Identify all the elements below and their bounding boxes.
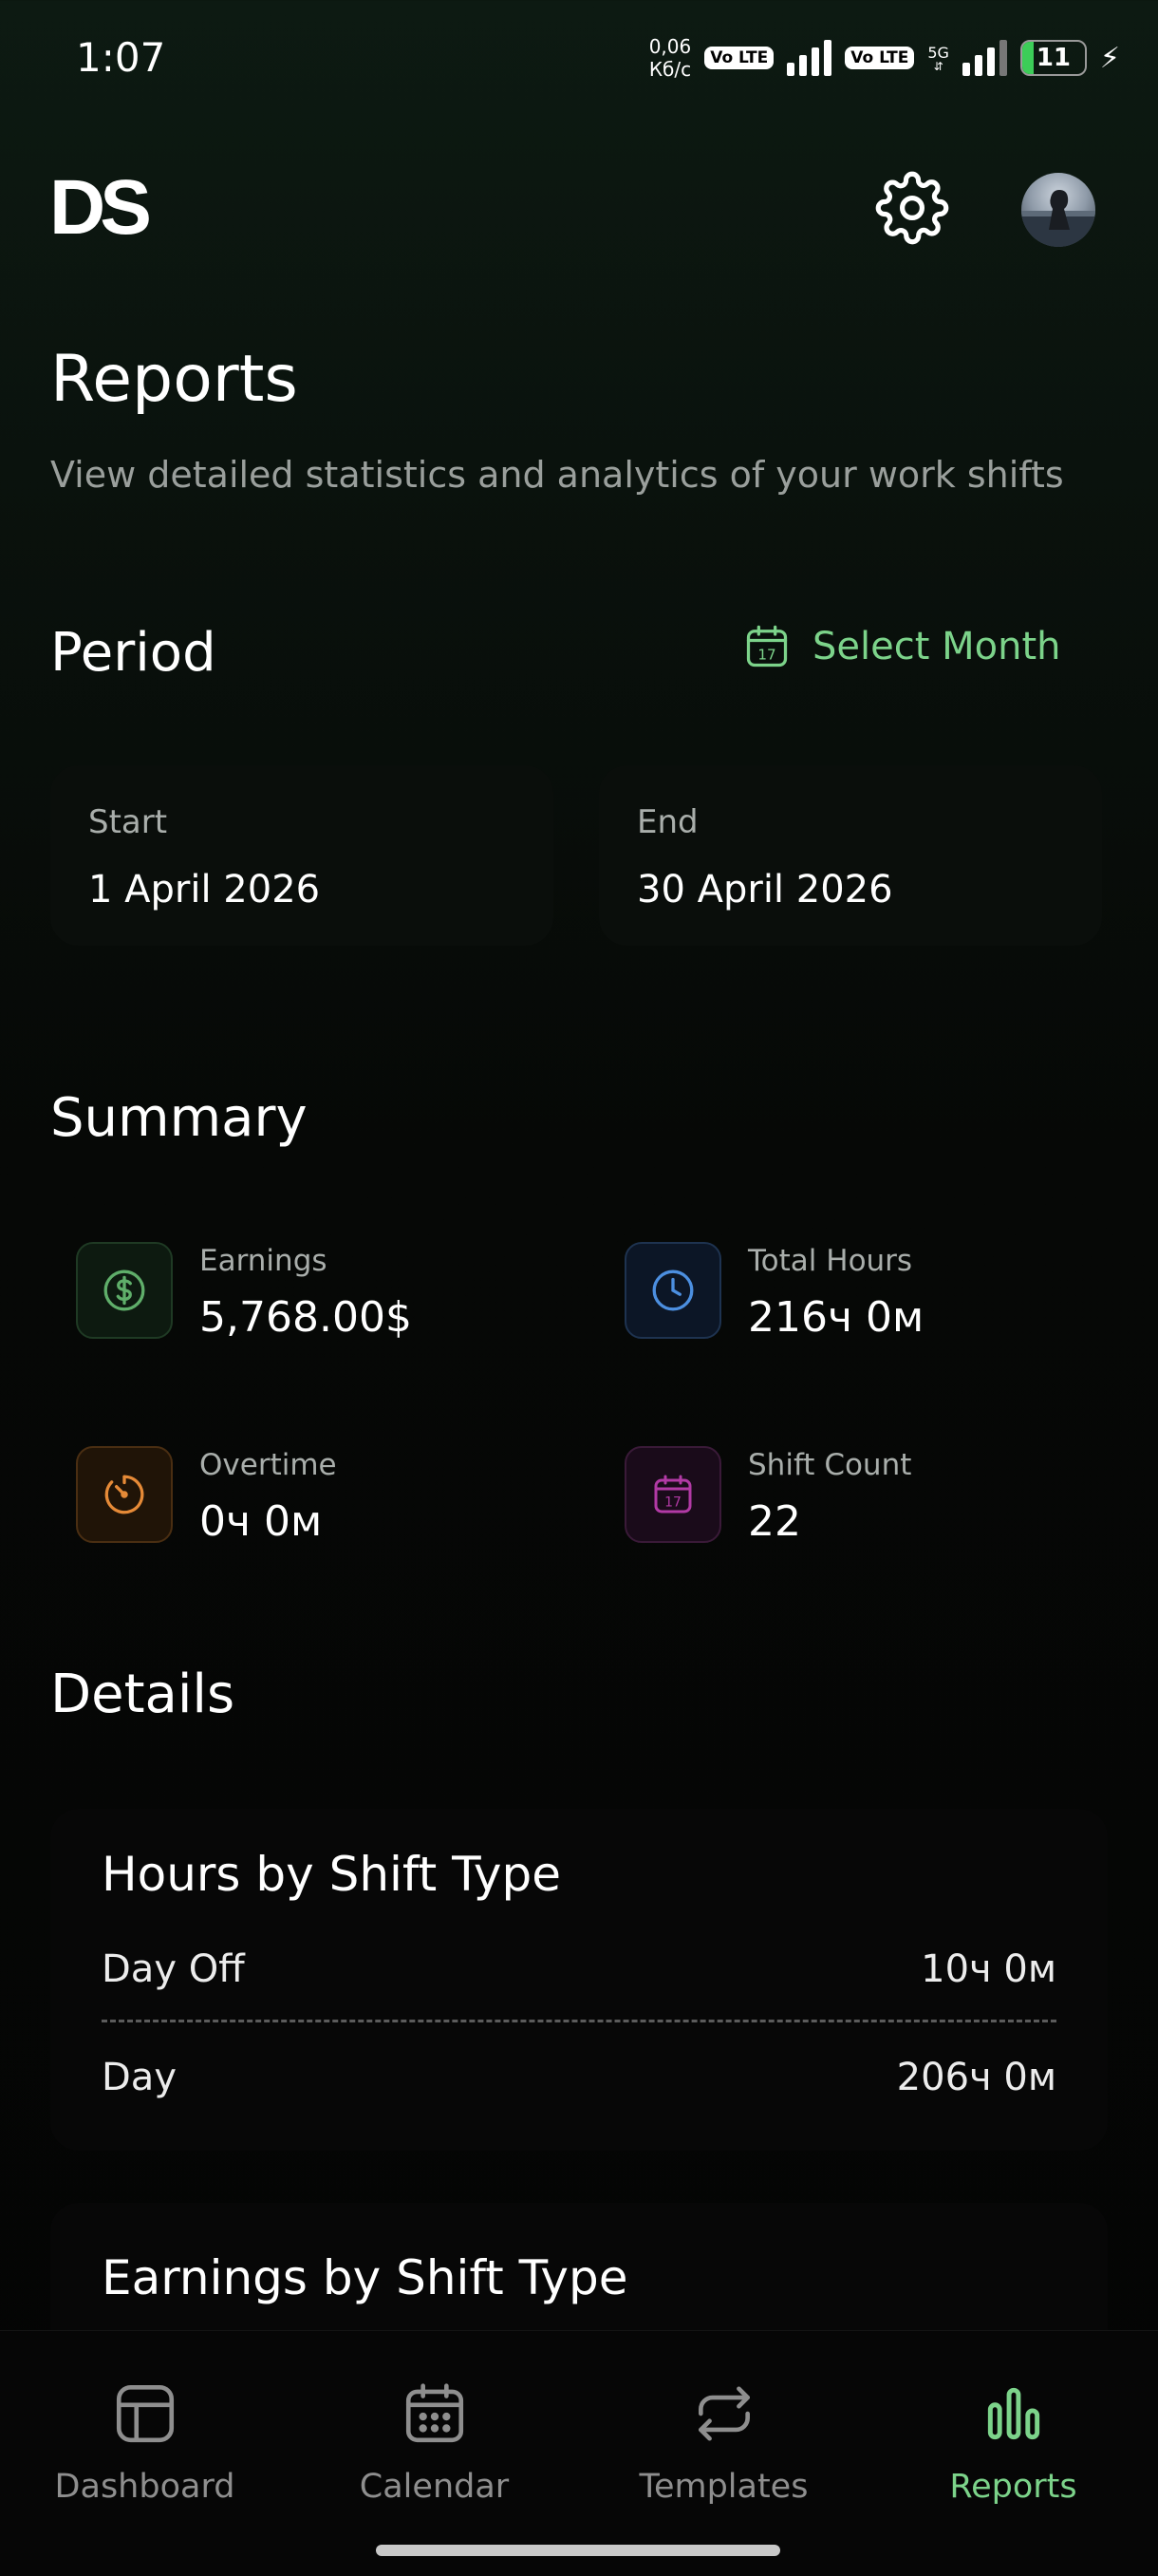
user-avatar[interactable] bbox=[1021, 173, 1095, 247]
dollar-icon bbox=[103, 1269, 145, 1311]
status-bar: 1:07 0,06 Кб/с Vo LTE Vo LTE 5G ⇵ 11 ⚡ bbox=[0, 0, 1158, 114]
page-subtitle: View detailed statistics and analytics o… bbox=[50, 454, 1064, 496]
timer-icon bbox=[104, 1475, 144, 1514]
hours-row: Day Off 10ч 0м bbox=[102, 1947, 1056, 2004]
shift-count-stat: 17 Shift Count 22 bbox=[599, 1410, 1102, 1571]
nav-dashboard-label: Dashboard bbox=[54, 2468, 235, 2506]
charging-icon: ⚡ bbox=[1099, 41, 1120, 75]
period-title: Period bbox=[50, 622, 216, 684]
total-hours-value: 216ч 0м bbox=[748, 1293, 925, 1342]
start-date-card[interactable]: Start 1 April 2026 bbox=[50, 765, 553, 946]
calendar-icon bbox=[405, 2383, 463, 2443]
bar-chart-icon bbox=[987, 2387, 1039, 2440]
network-type: 5G bbox=[927, 43, 949, 62]
network-speed: 0,06 Кб/с bbox=[649, 35, 692, 81]
home-indicator[interactable] bbox=[376, 2545, 780, 2556]
earnings-card-title: Earnings by Shift Type bbox=[102, 2250, 628, 2305]
end-date-label: End bbox=[637, 803, 699, 841]
battery-icon: 11 bbox=[1019, 40, 1087, 76]
nav-dashboard[interactable]: Dashboard bbox=[0, 2379, 290, 2506]
end-date-card[interactable]: End 30 April 2026 bbox=[599, 765, 1102, 946]
details-title: Details bbox=[50, 1664, 235, 1725]
nav-templates[interactable]: Templates bbox=[579, 2379, 868, 2506]
status-indicators: 0,06 Кб/с Vo LTE Vo LTE 5G ⇵ 11 ⚡ bbox=[649, 34, 1120, 82]
start-date-label: Start bbox=[88, 803, 168, 841]
network-speed-unit: Кб/с bbox=[648, 58, 692, 81]
earnings-icon-box bbox=[76, 1242, 173, 1339]
nav-reports-label: Reports bbox=[949, 2468, 1077, 2506]
total-hours-label: Total Hours bbox=[748, 1244, 913, 1278]
select-month-label: Select Month bbox=[812, 625, 1061, 668]
calendar-icon: 17 bbox=[654, 1475, 692, 1514]
shift-count-value: 22 bbox=[748, 1497, 801, 1546]
nav-templates-label: Templates bbox=[639, 2468, 809, 2506]
svg-text:17: 17 bbox=[664, 1495, 682, 1510]
nav-reports[interactable]: Reports bbox=[868, 2379, 1158, 2506]
network-speed-value: 0,06 bbox=[648, 35, 692, 58]
shift-type-hours: 206ч 0м bbox=[896, 2056, 1056, 2099]
start-date-value: 1 April 2026 bbox=[88, 868, 321, 912]
overtime-value: 0ч 0м bbox=[199, 1497, 323, 1546]
overtime-label: Overtime bbox=[199, 1448, 337, 1482]
hours-icon-box bbox=[625, 1242, 721, 1339]
earnings-label: Earnings bbox=[199, 1244, 327, 1278]
battery-level: 11 bbox=[1036, 44, 1072, 72]
shift-count-label: Shift Count bbox=[748, 1448, 912, 1482]
settings-button[interactable] bbox=[875, 171, 949, 245]
overtime-icon-box bbox=[76, 1446, 173, 1543]
gear-icon bbox=[875, 171, 949, 245]
dashboard-icon bbox=[116, 2384, 174, 2443]
earnings-stat: Earnings 5,768.00$ bbox=[50, 1206, 553, 1367]
shift-type-label: Day bbox=[102, 2056, 177, 2099]
hours-by-shift-card: Hours by Shift Type Day Off 10ч 0м Day 2… bbox=[50, 1809, 1108, 2151]
summary-title: Summary bbox=[50, 1087, 308, 1149]
total-hours-stat: Total Hours 216ч 0м bbox=[599, 1206, 1102, 1367]
nav-calendar-label: Calendar bbox=[359, 2468, 510, 2506]
calendar-icon: 17 bbox=[746, 625, 788, 668]
repeat-icon bbox=[698, 2386, 750, 2441]
volte-icon: Vo LTE bbox=[704, 47, 775, 69]
status-time: 1:07 bbox=[76, 34, 166, 81]
shift-icon-box: 17 bbox=[625, 1446, 721, 1543]
clock-icon bbox=[652, 1269, 694, 1311]
app-logo[interactable]: DS bbox=[49, 169, 152, 247]
select-month-button[interactable]: 17 Select Month bbox=[742, 622, 1060, 671]
nav-calendar[interactable]: Calendar bbox=[290, 2379, 579, 2506]
signal-icon-2 bbox=[962, 40, 1007, 76]
volte-icon-2: Vo LTE bbox=[845, 47, 915, 69]
hours-row: Day 206ч 0м bbox=[102, 2056, 1056, 2113]
shift-type-label: Day Off bbox=[102, 1947, 245, 1991]
network-5g-icon: 5G ⇵ bbox=[927, 43, 949, 73]
signal-icon bbox=[787, 40, 832, 76]
hours-card-title: Hours by Shift Type bbox=[102, 1847, 561, 1902]
bottom-nav: Dashboard Calendar Templates Reports bbox=[0, 2330, 1158, 2576]
earnings-value: 5,768.00$ bbox=[199, 1293, 412, 1342]
svg-text:17: 17 bbox=[757, 646, 775, 663]
page-title: Reports bbox=[50, 342, 298, 417]
overtime-stat: Overtime 0ч 0м bbox=[50, 1410, 553, 1571]
row-divider bbox=[102, 2020, 1056, 2022]
shift-type-hours: 10ч 0м bbox=[921, 1947, 1056, 1991]
avatar-image bbox=[1021, 190, 1095, 247]
end-date-value: 30 April 2026 bbox=[637, 868, 893, 912]
